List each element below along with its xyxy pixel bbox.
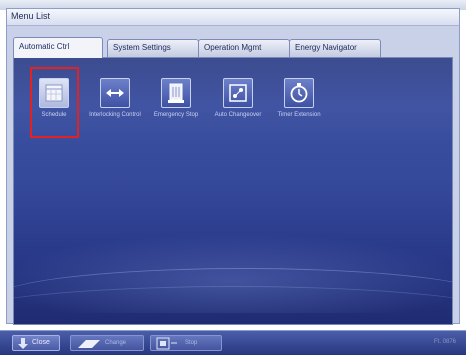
menu-item-auto-changeover[interactable]: Auto Changeover xyxy=(208,78,268,142)
timer-icon xyxy=(284,78,314,108)
menu-item-schedule[interactable]: Schedule xyxy=(24,78,84,142)
eraser-icon xyxy=(78,340,100,348)
bottom-bar: Close Change Stop Ft. 0876 xyxy=(0,330,466,355)
menu-item-label: Timer Extension xyxy=(277,112,321,118)
menu-item-label: Schedule xyxy=(41,112,67,118)
menu-item-timer-extension[interactable]: Timer Extension xyxy=(269,78,329,142)
arrows-icon xyxy=(100,78,130,108)
tab-label: Energy Navigator xyxy=(295,43,357,52)
calendar-icon xyxy=(39,78,69,108)
tab-operation-mgmt[interactable]: Operation Mgmt xyxy=(198,39,290,57)
tab-label: Automatic Ctrl xyxy=(19,42,70,51)
stop-label: Stop xyxy=(185,340,198,346)
tab-label: Operation Mgmt xyxy=(204,43,262,52)
window-title: Menu List xyxy=(11,11,51,21)
menu-list-window: Menu List Automatic Ctrl System Settings… xyxy=(6,8,460,325)
window-icon xyxy=(156,337,177,350)
tab-label: System Settings xyxy=(113,43,171,52)
stop-button[interactable]: Stop xyxy=(150,335,222,351)
menu-item-interlocking-control[interactable]: Interlocking Control xyxy=(85,78,145,142)
tab-system-settings[interactable]: System Settings xyxy=(107,39,199,57)
tab-automatic-ctrl[interactable]: Automatic Ctrl xyxy=(13,37,103,58)
close-label: Close xyxy=(32,339,50,346)
menu-item-emergency-stop[interactable]: Emergency Stop xyxy=(146,78,206,142)
down-arrow-icon xyxy=(18,338,28,349)
menu-item-label: Interlocking Control xyxy=(89,112,141,118)
menu-item-label: Auto Changeover xyxy=(214,112,262,118)
change-label: Change xyxy=(105,340,127,346)
tab-energy-navigator[interactable]: Energy Navigator xyxy=(289,39,381,57)
changeover-icon xyxy=(223,78,253,108)
menu-item-label: Emergency Stop xyxy=(153,112,199,118)
title-bar: Menu List xyxy=(7,9,459,26)
version-text: Ft. 0876 xyxy=(433,339,456,345)
change-button[interactable]: Change xyxy=(70,335,144,351)
close-button[interactable]: Close xyxy=(12,335,60,351)
panel-wave xyxy=(14,286,452,324)
emergency-stop-icon xyxy=(161,78,191,108)
